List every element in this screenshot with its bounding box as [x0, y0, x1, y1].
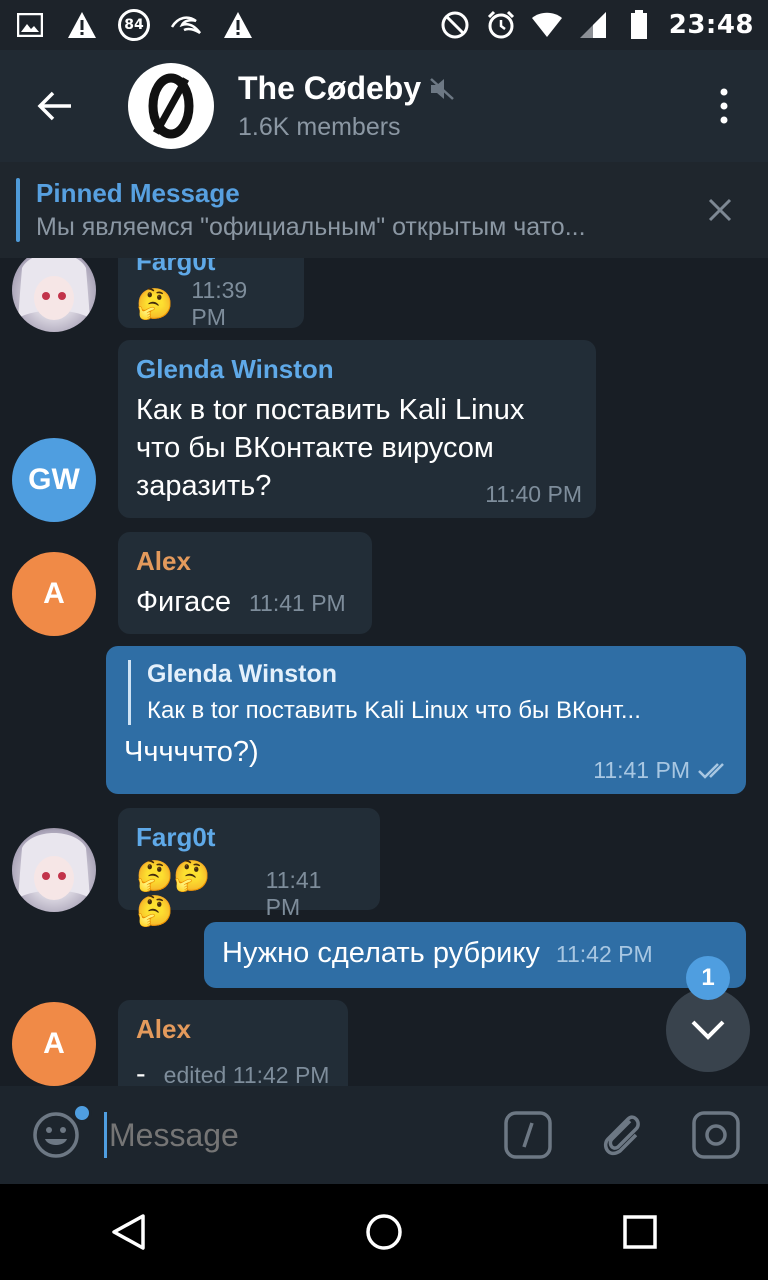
pinned-title: Pinned Message	[36, 178, 240, 208]
back-button[interactable]	[0, 50, 110, 162]
message-bubble[interactable]: Alex Фигасе 11:41 PM	[118, 532, 372, 634]
sender-name: Alex	[136, 1014, 191, 1044]
group-avatar[interactable]	[128, 63, 214, 149]
message-time: 11:42 PM	[555, 941, 653, 967]
circle-home-icon	[366, 1214, 402, 1250]
unread-count-badge: 1	[686, 956, 730, 1000]
message-bubble-outgoing[interactable]: Glenda Winston Как в tor поставить Kali …	[106, 646, 746, 794]
nav-recents-button[interactable]	[600, 1192, 680, 1272]
sender-name: Farg0t	[136, 822, 216, 852]
avatar[interactable]	[12, 258, 96, 332]
message-bubble-outgoing[interactable]: Нужно сделать рубрику 11:42 PM	[204, 922, 746, 988]
alarm-icon	[485, 9, 517, 41]
message-list[interactable]: Farg0t 🤔 11:39 PM GW Glenda Winston Как …	[0, 258, 768, 1086]
camera-button[interactable]	[690, 1109, 742, 1161]
pinned-accent-bar	[16, 178, 20, 242]
message-bubble[interactable]: Alex - edited 11:42 PM	[118, 1000, 348, 1086]
message-bubble[interactable]: Farg0t 🤔🤔🤔 11:41 PM	[118, 808, 380, 928]
double-check-icon	[698, 762, 724, 779]
attach-button[interactable]	[596, 1109, 648, 1161]
message-text: -	[136, 1058, 146, 1086]
text-cursor	[104, 1112, 107, 1158]
message-composer	[0, 1086, 768, 1184]
battery-percent-badge: 84	[118, 9, 150, 41]
chat-info[interactable]: The Cødeby 1.6K members	[238, 70, 455, 142]
close-icon	[708, 198, 732, 222]
avatar[interactable]	[12, 828, 96, 912]
anime-avatar-icon	[18, 833, 90, 900]
slash-command-icon	[504, 1111, 552, 1159]
status-bar: 84 23:48	[0, 0, 768, 50]
chat-header: The Cødeby 1.6K members	[0, 50, 768, 162]
system-navigation-bar	[0, 1184, 768, 1280]
pinned-message-bar[interactable]: Pinned Message Мы являемся "официальным"…	[0, 162, 768, 258]
more-vertical-icon	[720, 88, 728, 124]
more-options-button[interactable]	[694, 50, 754, 162]
paperclip-icon	[603, 1115, 640, 1156]
avatar[interactable]: GW	[12, 438, 96, 522]
chevron-down-icon	[691, 1020, 725, 1040]
message-text: 🤔	[136, 287, 174, 321]
bot-commands-button[interactable]	[502, 1109, 554, 1161]
emoji-button[interactable]	[26, 1103, 92, 1165]
sender-name: Alex	[136, 546, 191, 576]
triangle-back-icon	[112, 1214, 145, 1250]
notification-dot	[72, 1103, 92, 1123]
message-time: 11:39 PM	[191, 277, 248, 330]
reply-text: Как в tor поставить Kali Linux что бы ВК…	[147, 697, 641, 724]
sender-name: Glenda Winston	[136, 354, 334, 384]
message-text: Нужно сделать рубрику	[222, 937, 540, 969]
message-time: 11:41 PM	[248, 590, 346, 616]
warning-icon	[222, 9, 254, 41]
message-time: 11:41 PM	[593, 757, 690, 783]
close-pinned-button[interactable]	[688, 178, 752, 242]
arrow-left-icon	[37, 91, 71, 121]
pinned-text: Мы являемся "официальным" открытым чато.…	[36, 213, 586, 241]
scroll-to-bottom-button[interactable]	[666, 988, 750, 1072]
nav-home-button[interactable]	[344, 1192, 424, 1272]
reply-quote[interactable]: Glenda Winston Как в tor поставить Kali …	[128, 660, 728, 725]
message-time: 11:41 PM	[265, 867, 322, 920]
message-input[interactable]	[109, 1116, 489, 1154]
reply-sender-name: Glenda Winston	[147, 660, 338, 688]
message-text: 🤔🤔🤔	[136, 860, 211, 928]
square-recents-icon	[623, 1215, 657, 1249]
battery-icon	[623, 9, 655, 41]
chat-title: The Cødeby	[238, 70, 455, 107]
image-notification-icon	[14, 9, 46, 41]
member-count: 1.6K members	[238, 113, 401, 141]
avatar[interactable]: A	[12, 552, 96, 636]
do-not-disturb-icon	[439, 9, 471, 41]
kali-dragon-icon	[170, 9, 202, 41]
message-time: 11:40 PM	[485, 481, 582, 507]
nav-back-button[interactable]	[88, 1192, 168, 1272]
clock: 23:48	[668, 10, 754, 40]
message-bubble[interactable]: Glenda Winston Как в tor поставить Kali …	[118, 340, 596, 518]
message-bubble[interactable]: Farg0t 🤔 11:39 PM	[118, 258, 304, 330]
message-time: edited 11:42 PM	[163, 1062, 330, 1086]
anime-avatar-icon	[18, 258, 90, 320]
message-text: Фигасе	[136, 586, 231, 618]
muted-speaker-icon	[430, 77, 454, 100]
camera-icon	[692, 1111, 740, 1159]
warning-icon	[66, 9, 98, 41]
avatar[interactable]: A	[12, 1002, 96, 1086]
sender-name: Farg0t	[136, 258, 216, 276]
wifi-icon	[531, 9, 563, 41]
codeby-logo-icon	[148, 73, 194, 139]
cell-signal-icon	[577, 9, 609, 41]
